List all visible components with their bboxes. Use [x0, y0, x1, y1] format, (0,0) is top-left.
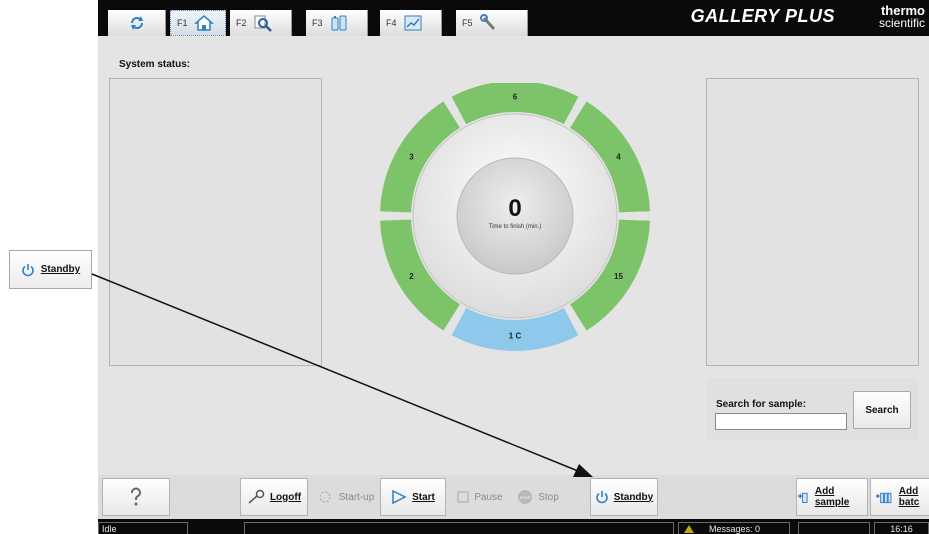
- app-window: F1 F2 F3 F4 F5 Gallery Plus thermo scient…: [98, 0, 929, 534]
- tab-f5-maintenance[interactable]: F5: [456, 10, 528, 36]
- status-slot: [798, 522, 870, 534]
- tab-f4-results[interactable]: F4: [380, 10, 442, 36]
- wheel-segment-label: 1 C: [509, 332, 522, 341]
- search-label: Search for sample:: [716, 399, 807, 410]
- messages-indicator[interactable]: Messages: 0: [678, 522, 790, 534]
- tab-f3-reagents[interactable]: F3: [306, 10, 368, 36]
- magnifier-icon: [254, 15, 272, 32]
- pause-button[interactable]: Pause: [452, 478, 508, 516]
- tab-f1-home[interactable]: F1: [170, 10, 226, 36]
- company-logo: thermo scientific: [878, 4, 925, 30]
- standby-button[interactable]: Standby: [590, 478, 658, 516]
- power-icon: [22, 263, 34, 276]
- add-batch-button[interactable]: Add batc: [870, 478, 929, 516]
- pause-icon: [457, 491, 469, 503]
- logoff-label: Logoff: [269, 491, 302, 503]
- add-sample-button[interactable]: Add sample: [796, 478, 868, 516]
- clock: 16:16: [874, 522, 929, 534]
- add-batch-label: Add batc: [898, 486, 920, 508]
- status-panel-left: [109, 78, 322, 366]
- logoff-button[interactable]: Logoff: [240, 478, 308, 516]
- stop-badge-text: STOP: [520, 495, 531, 500]
- power-icon: [596, 491, 608, 504]
- f3-key-label: F3: [312, 18, 323, 28]
- question-icon: [131, 487, 141, 506]
- tab-f2-search[interactable]: F2: [230, 10, 292, 36]
- stop-icon: STOP: [518, 490, 533, 504]
- startup-button[interactable]: Start-up: [312, 478, 378, 516]
- wrench-icon: [479, 14, 495, 31]
- start-button[interactable]: Start: [380, 478, 446, 516]
- add-batch-icon: [875, 492, 892, 504]
- system-status-label: System status:: [119, 59, 191, 70]
- f2-key-label: F2: [236, 18, 247, 28]
- wheel-segment-label: 6: [513, 93, 518, 102]
- start-label: Start: [412, 491, 435, 503]
- stop-label: Stop: [538, 491, 559, 503]
- wheel-segment-label: 4: [616, 152, 621, 161]
- f4-key-label: F4: [386, 18, 397, 28]
- results-icon: [404, 15, 422, 31]
- search-input[interactable]: [715, 413, 847, 430]
- wheel-segment-label: 2: [409, 272, 414, 281]
- brand-title: Gallery Plus: [690, 6, 835, 26]
- wheel-segment-label: 15: [614, 272, 623, 281]
- f1-key-label: F1: [177, 18, 188, 28]
- play-icon: [392, 490, 407, 504]
- time-to-finish-label: Time to finish (min.): [489, 224, 541, 230]
- status-message-area: [244, 522, 674, 534]
- key-icon: [248, 489, 265, 504]
- add-sample-icon: [797, 492, 808, 503]
- status-panel-right: [706, 78, 919, 366]
- top-function-bar: F1 F2 F3 F4 F5 Gallery Plus thermo scient…: [98, 0, 929, 36]
- add-sample-label: Add sample: [814, 486, 850, 508]
- search-button[interactable]: Search: [853, 391, 911, 429]
- standby-label: Standby: [613, 491, 654, 503]
- wheel-segment-label: 3: [409, 152, 414, 161]
- startup-icon: [319, 491, 331, 503]
- messages-count: Messages: 0: [709, 523, 761, 534]
- startup-label: Start-up: [338, 491, 375, 503]
- refresh-icon: [130, 16, 143, 30]
- f5-key-label: F5: [462, 18, 473, 28]
- reagent-icon: [331, 15, 347, 31]
- refresh-button[interactable]: [108, 10, 166, 36]
- standby-callout-label: Standby: [40, 264, 81, 275]
- logo-bottom-text: scientific: [878, 16, 925, 30]
- help-button[interactable]: [102, 478, 170, 516]
- stop-button[interactable]: STOP Stop: [508, 478, 568, 516]
- standby-callout-button: Standby: [9, 250, 92, 289]
- sample-disk-wheel: 6 4 15 1 C 2 3 0 Time to finish (min.): [380, 83, 650, 351]
- warning-icon: [684, 524, 694, 533]
- pause-label: Pause: [474, 491, 503, 503]
- home-icon: [193, 15, 214, 31]
- system-state: Idle: [98, 522, 188, 534]
- time-to-finish-value: 0: [508, 195, 521, 222]
